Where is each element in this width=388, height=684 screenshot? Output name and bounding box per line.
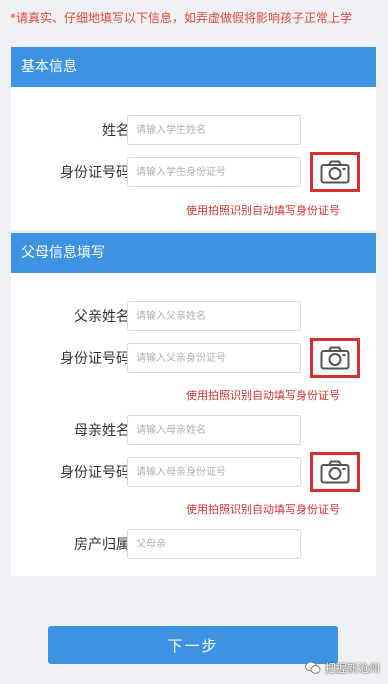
mother-id-camera-button[interactable]	[310, 452, 360, 492]
father-id-photo-hint[interactable]: 使用拍照识别自动填写身份证号	[186, 387, 340, 403]
father-id-label: 身份证号码	[60, 351, 130, 367]
mother-id-label: 身份证号码	[60, 465, 130, 481]
watermark: 把握新沧州	[305, 660, 380, 676]
parent-info-header: 父母信息填写	[11, 233, 376, 273]
father-name-input[interactable]	[127, 301, 301, 331]
watermark-text: 把握新沧州	[325, 662, 380, 675]
basic-info-header: 基本信息	[11, 47, 376, 87]
mother-id-photo-hint[interactable]: 使用拍照识别自动填写身份证号	[186, 501, 340, 517]
father-name-label: 父亲姓名	[74, 309, 130, 325]
student-id-input[interactable]	[127, 157, 301, 187]
father-name-row: 父亲姓名	[11, 301, 376, 333]
property-label: 房产归属	[74, 537, 130, 553]
parent-info-card: 父亲姓名 身份证号码 使用拍照识别自动填写身份证号 母亲姓名 身份证号码 使用拍…	[11, 273, 376, 576]
mother-id-input[interactable]	[127, 457, 301, 487]
property-row: 房产归属	[11, 529, 376, 561]
student-name-row: 姓名	[11, 115, 376, 147]
student-id-label: 身份证号码	[60, 165, 130, 181]
mother-name-input[interactable]	[127, 415, 301, 445]
father-id-camera-button[interactable]	[310, 338, 360, 378]
notice-text: *请真实、仔细地填写以下信息，如弄虚做假将影响孩子正常上学	[10, 11, 353, 25]
mother-name-row: 母亲姓名	[11, 415, 376, 447]
camera-icon	[320, 460, 350, 484]
property-input[interactable]	[127, 529, 301, 559]
father-id-input[interactable]	[127, 343, 301, 373]
student-id-camera-button[interactable]	[310, 152, 360, 192]
camera-icon	[320, 160, 350, 184]
student-id-photo-hint[interactable]: 使用拍照识别自动填写身份证号	[186, 202, 340, 218]
mother-name-label: 母亲姓名	[74, 423, 130, 439]
wechat-icon	[305, 661, 321, 674]
next-step-button[interactable]: 下一步	[48, 626, 338, 664]
basic-info-card: 姓名 身份证号码 使用拍照识别自动填写身份证号	[11, 87, 376, 230]
camera-icon	[320, 346, 350, 370]
student-name-input[interactable]	[127, 115, 301, 145]
student-name-label: 姓名	[102, 123, 130, 139]
